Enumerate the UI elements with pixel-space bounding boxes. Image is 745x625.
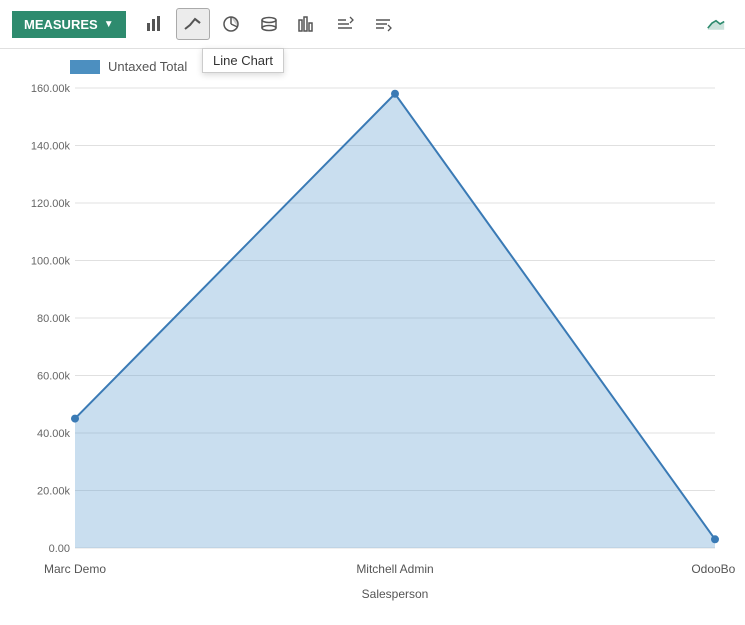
line-chart-button[interactable] (176, 8, 210, 40)
data-point-odoobot (711, 535, 719, 543)
y-label-160k: 160.00k (31, 83, 71, 95)
y-label-120k: 120.00k (31, 198, 71, 210)
y-label-60k: 60.00k (37, 371, 71, 383)
legend-color-swatch (70, 60, 100, 74)
sort-desc-icon (374, 15, 392, 33)
line-chart-icon (184, 15, 202, 33)
legend-label: Untaxed Total (108, 59, 187, 74)
chart-svg-wrapper: 160.00k 140.00k 120.00k 100.00k 80.00k 6… (10, 78, 735, 608)
y-label-80k: 80.00k (37, 313, 71, 325)
y-label-40k: 40.00k (37, 428, 71, 440)
line-chart-svg: 160.00k 140.00k 120.00k 100.00k 80.00k 6… (10, 78, 735, 608)
area-chart-icon (707, 15, 725, 33)
sort-asc-button[interactable] (328, 8, 362, 40)
x-label-marc: Marc Demo (44, 562, 106, 576)
pie-chart-icon (222, 15, 240, 33)
measures-arrow: ▼ (104, 19, 114, 30)
data-point-mitchell (391, 90, 399, 98)
measures-label: MEASURES (24, 17, 98, 32)
pie-chart-button[interactable] (214, 8, 248, 40)
y-label-20k: 20.00k (37, 486, 71, 498)
data-point-marc (71, 415, 79, 423)
x-axis-title: Salesperson (362, 587, 429, 601)
y-label-140k: 140.00k (31, 141, 71, 153)
chart-legend: Untaxed Total (70, 59, 735, 74)
area-chart-button[interactable] (699, 8, 733, 40)
measures-button[interactable]: MEASURES ▼ (12, 11, 126, 38)
sort-asc-icon (336, 15, 354, 33)
x-label-odoobot: OdooBot (691, 562, 735, 576)
bar-chart-icon (146, 15, 164, 33)
stack-icon (260, 15, 278, 33)
y-label-100k: 100.00k (31, 256, 71, 268)
chart-container: Untaxed Total 160.00k 140.00k 120.00k 10… (0, 49, 745, 618)
x-label-mitchell: Mitchell Admin (356, 562, 433, 576)
y-label-0: 0.00 (49, 543, 70, 555)
column-chart-icon (298, 15, 316, 33)
stack-button[interactable] (252, 8, 286, 40)
bar-chart-button[interactable] (138, 8, 172, 40)
column-chart-button[interactable] (290, 8, 324, 40)
sort-desc-button[interactable] (366, 8, 400, 40)
toolbar: MEASURES ▼ (0, 0, 745, 49)
